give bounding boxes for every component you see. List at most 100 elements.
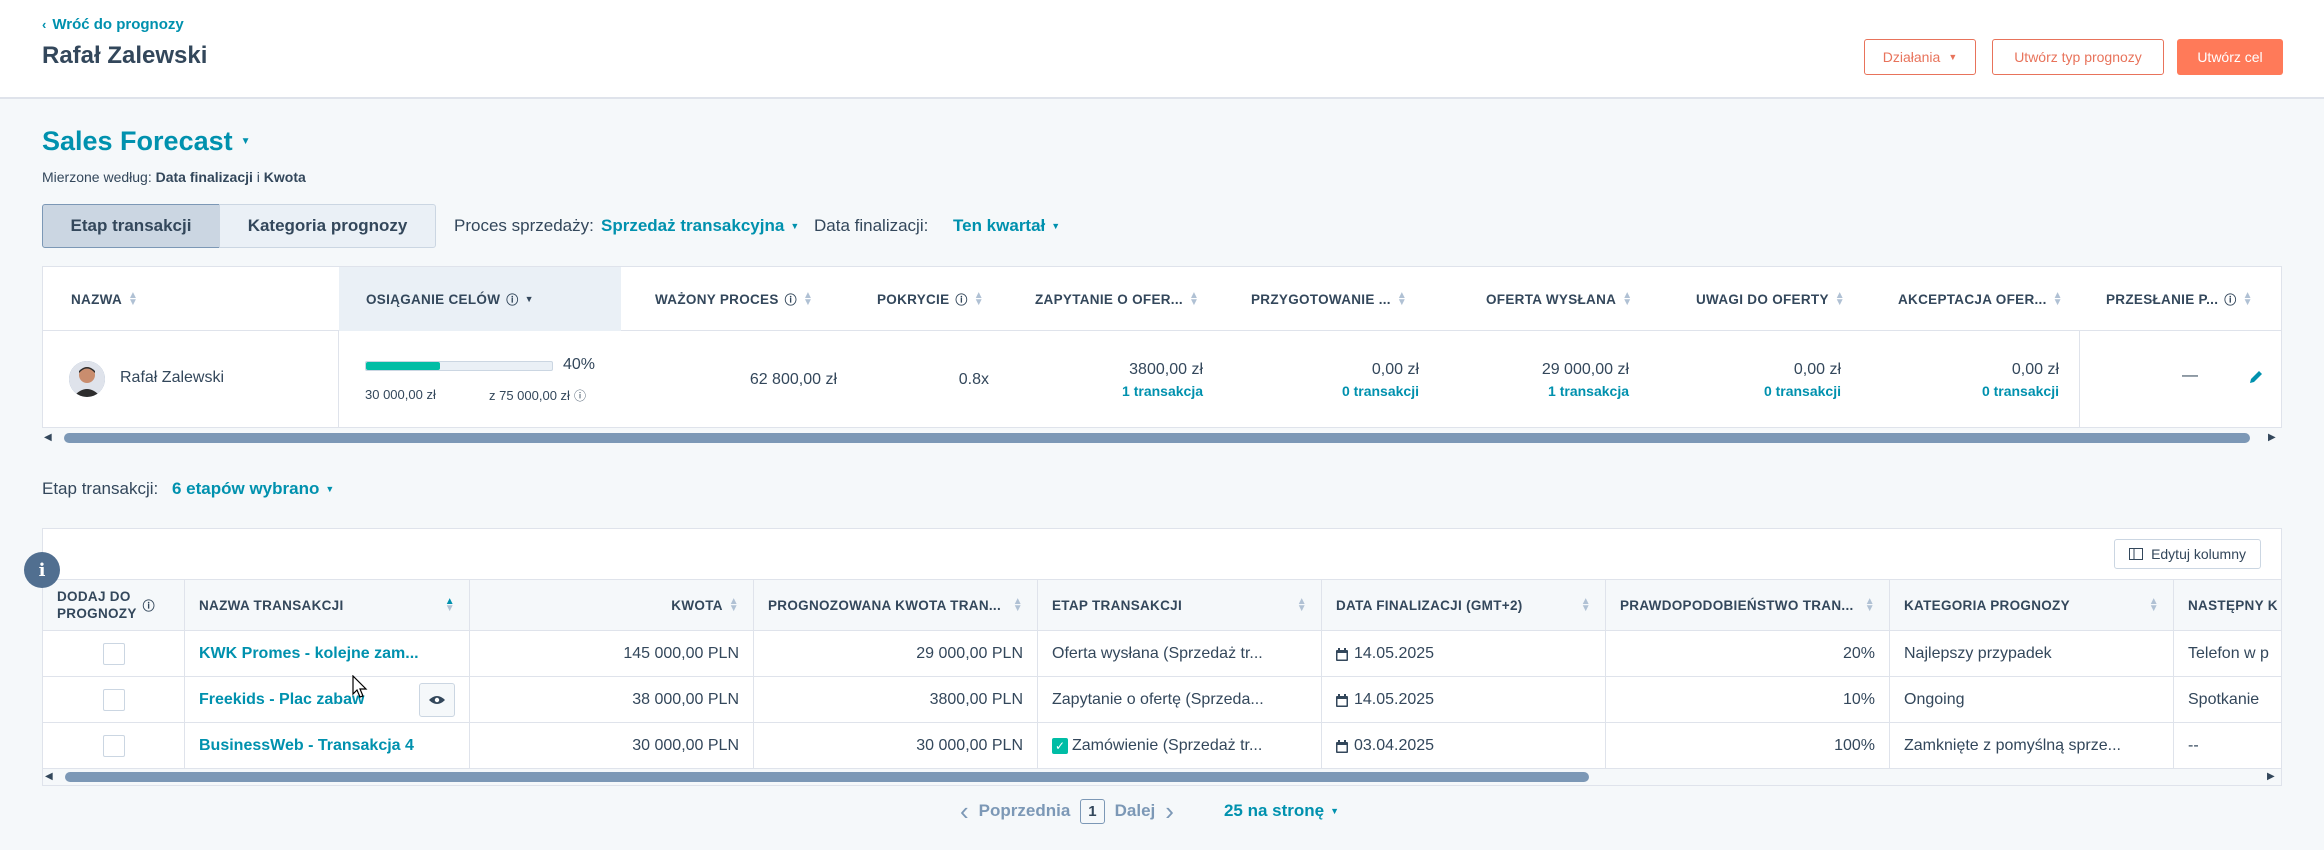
col-header-next-step[interactable]: NASTĘPNY K: [2174, 580, 2281, 630]
deal-name-link[interactable]: KWK Promes - kolejne zam...: [199, 645, 419, 663]
col-header-amount[interactable]: KWOTA ▲ ▼: [470, 580, 754, 630]
pagination: ‹ Poprzednia 1 Dalej › 25 na stronę ▼: [960, 796, 1339, 826]
deal-close-date[interactable]: 03.04.2025: [1322, 723, 1606, 769]
info-icon: ⓘ: [573, 389, 586, 403]
stage-2-amount: 0,00 zł: [1371, 361, 1419, 378]
forecast-title-dropdown[interactable]: Sales Forecast ▼: [42, 126, 251, 157]
col-header-stage-5[interactable]: AKCEPTACJA OFER... ▲ ▼: [1898, 267, 2063, 331]
checkmark-icon: ✓: [1052, 738, 1068, 754]
scroll-right-icon[interactable]: ▶: [2267, 771, 2275, 782]
add-to-forecast-checkbox[interactable]: [102, 689, 125, 711]
scrollbar-thumb[interactable]: [65, 772, 1589, 782]
col-header-probability[interactable]: PRAWDOPODOBIEŃSTWO TRAN... ▲ ▼: [1606, 580, 1890, 630]
deal-next-step: --: [2188, 737, 2199, 754]
sort-asc-icon: ▲ ▼: [444, 596, 455, 614]
per-page-dropdown[interactable]: 25 na stronę ▼: [1224, 801, 1339, 821]
add-to-forecast-checkbox[interactable]: [102, 643, 125, 665]
deal-stage-cell[interactable]: Zapytanie o ofertę (Sprzeda...: [1038, 677, 1322, 723]
col-header-forecast-amount[interactable]: PROGNOZOWANA KWOTA TRAN... ▲ ▼: [754, 580, 1038, 630]
tab-forecast-category[interactable]: Kategoria prognozy: [219, 204, 436, 248]
deal-name-link[interactable]: BusinessWeb - Transakcja 4: [199, 737, 414, 755]
sort-icon: ▲ ▼: [1864, 596, 1875, 614]
info-icon: ⓘ: [142, 598, 155, 613]
prev-page-button[interactable]: Poprzednia: [979, 801, 1071, 821]
deal-category[interactable]: Zamknięte z pomyślną sprze...: [1890, 723, 2174, 769]
calendar-icon: [1336, 693, 1348, 707]
col-header-stage-6[interactable]: PRZESŁANIE P... ⓘ ▲ ▼: [2106, 267, 2253, 331]
goal-progress-fill: [366, 362, 441, 370]
info-icon: ⓘ: [784, 292, 797, 307]
avatar[interactable]: [69, 361, 105, 397]
preview-eye-icon[interactable]: [419, 683, 455, 717]
col-header-deal-name[interactable]: NAZWA TRANSAKCJI ▲ ▼: [185, 580, 470, 630]
col-header-weighted[interactable]: WAŻONY PROCES ⓘ ▲ ▼: [655, 267, 813, 331]
rep-name[interactable]: Rafał Zalewski: [120, 369, 224, 387]
summary-scrollbar[interactable]: ◀ ▶: [42, 430, 2282, 446]
col-header-goal[interactable]: OSIĄGANIE CELÓW ⓘ ▼: [366, 267, 534, 331]
info-badge-icon[interactable]: i: [24, 552, 60, 588]
col-header-stage-1[interactable]: ZAPYTANIE O OFER... ▲ ▼: [1035, 267, 1199, 331]
back-link[interactable]: ‹ Wróć do prognozy: [42, 16, 184, 33]
info-icon: ⓘ: [506, 292, 519, 307]
info-icon: ⓘ: [2224, 292, 2237, 307]
deal-category[interactable]: Najlepszy przypadek: [1890, 631, 2174, 677]
deal-close-date[interactable]: 14.05.2025: [1322, 677, 1606, 723]
col-header-stage-3[interactable]: OFERTA WYSŁANA ▲ ▼: [1486, 267, 1632, 331]
stage-2-count-link[interactable]: 0 transakcji: [1342, 383, 1419, 399]
scrollbar-thumb[interactable]: [64, 433, 2250, 443]
table-row: BusinessWeb - Transakcja 4 30 000,00 PLN…: [43, 723, 2281, 769]
deal-name-link[interactable]: Freekids - Plac zabaw: [199, 691, 364, 709]
sort-icon: ▲ ▼: [1296, 596, 1307, 614]
scroll-right-icon[interactable]: ▶: [2268, 432, 2276, 443]
current-page[interactable]: 1: [1080, 798, 1105, 824]
calendar-icon: [1336, 647, 1348, 661]
col-header-category[interactable]: KATEGORIA PROGNOZY ▲ ▼: [1890, 580, 2174, 630]
scroll-left-icon[interactable]: ◀: [45, 771, 53, 782]
col-header-add-to-forecast[interactable]: DODAJ DO PROGNOZY ⓘ: [43, 580, 185, 630]
deal-category[interactable]: Ongoing: [1890, 677, 2174, 723]
create-goal-button[interactable]: Utwórz cel: [2177, 39, 2283, 75]
stage-5-count-link[interactable]: 0 transakcji: [1982, 383, 2059, 399]
sort-icon: ▲ ▼: [1188, 290, 1200, 308]
goal-target: z 75 000,00 zł ⓘ: [489, 388, 586, 403]
pencil-icon[interactable]: [2248, 369, 2264, 385]
deal-stage-filter-dropdown[interactable]: 6 etapów wybrano ▼: [172, 479, 334, 499]
stage-4-count-link[interactable]: 0 transakcji: [1764, 383, 1841, 399]
sort-icon: ▲ ▼: [2148, 596, 2159, 614]
col-header-name[interactable]: NAZWA ▲ ▼: [71, 267, 138, 331]
deals-header-row: DODAJ DO PROGNOZY ⓘ NAZWA TRANSAKCJI ▲ ▼ K…: [43, 579, 2281, 631]
summary-name-cell: Rafał Zalewski: [43, 331, 339, 427]
tab-deal-stage[interactable]: Etap transakcji: [42, 204, 220, 248]
col-header-close-date[interactable]: DATA FINALIZACJI (GMT+2) ▲ ▼: [1322, 580, 1606, 630]
deals-table: Edytuj kolumny DODAJ DO PROGNOZY ⓘ NAZWA…: [42, 528, 2282, 786]
scroll-left-icon[interactable]: ◀: [44, 432, 52, 443]
deal-forecast-amount: 30 000,00 PLN: [754, 723, 1038, 769]
goal-percent: 40%: [563, 356, 596, 373]
col-header-stage-2[interactable]: PRZYGOTOWANIE ... ▲ ▼: [1251, 267, 1407, 331]
last-stage-cell: —: [2079, 331, 2281, 427]
col-header-coverage[interactable]: POKRYCIE ⓘ ▲ ▼: [877, 267, 984, 331]
chevron-right-icon[interactable]: ›: [1165, 796, 1174, 827]
col-header-deal-stage[interactable]: ETAP TRANSAKCJI ▲ ▼: [1038, 580, 1322, 630]
next-page-button[interactable]: Dalej: [1115, 801, 1156, 821]
stage-3-count-link[interactable]: 1 transakcja: [1548, 383, 1629, 399]
add-to-forecast-checkbox[interactable]: [102, 735, 125, 757]
deal-close-date[interactable]: 14.05.2025: [1322, 631, 1606, 677]
edit-columns-button[interactable]: Edytuj kolumny: [2114, 539, 2261, 569]
deal-stage-cell[interactable]: ✓ Zamówienie (Sprzedaż tr...: [1038, 723, 1322, 769]
stage-1-count-link[interactable]: 1 transakcja: [1122, 383, 1203, 399]
table-row: Freekids - Plac zabaw 38 000,00 PLN 3800…: [43, 677, 2281, 723]
chevron-left-icon[interactable]: ‹: [960, 796, 969, 827]
pipeline-dropdown[interactable]: Sprzedaż transakcyjna ▼: [601, 216, 799, 236]
sort-icon: ▲ ▼: [728, 596, 739, 614]
deal-stage-cell[interactable]: Oferta wysłana (Sprzedaż tr...: [1038, 631, 1322, 677]
create-forecast-type-button[interactable]: Utwórz typ prognozy: [1992, 39, 2164, 75]
sort-desc-icon: ▼: [524, 294, 534, 304]
close-date-dropdown[interactable]: Ten kwartał ▼: [953, 216, 1060, 236]
deal-forecast-amount: 29 000,00 PLN: [754, 631, 1038, 677]
deals-scrollbar[interactable]: ◀ ▶: [43, 769, 2281, 785]
stage-1-amount: 3800,00 zł: [1129, 361, 1203, 378]
col-header-stage-4[interactable]: UWAGI DO OFERTY ▲ ▼: [1696, 267, 1845, 331]
actions-dropdown-button[interactable]: Działania ▼: [1864, 39, 1976, 75]
summary-table: NAZWA ▲ ▼ OSIĄGANIE CELÓW ⓘ ▼ WAŻONY PROCES ⓘ…: [42, 266, 2282, 428]
